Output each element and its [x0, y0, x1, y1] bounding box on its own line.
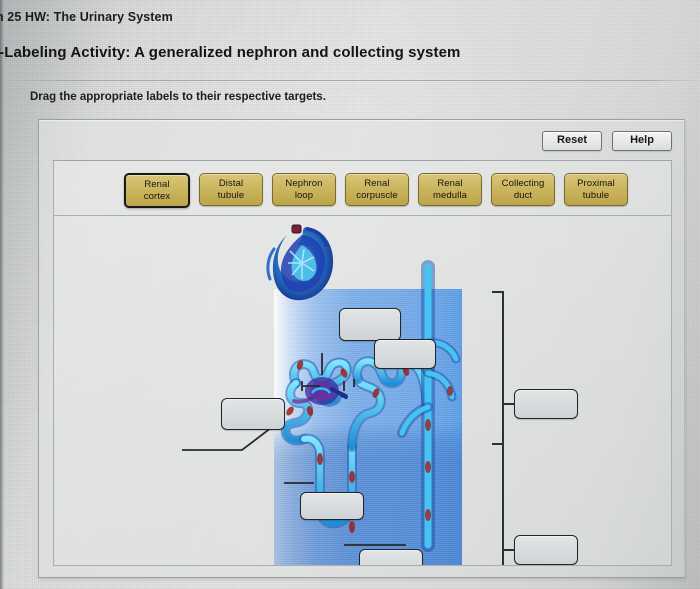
region-bracket-top-tick — [492, 291, 503, 293]
header-divider — [0, 80, 700, 81]
drop-target-left[interactable] — [221, 398, 285, 430]
activity-toolbar: Reset Help — [542, 131, 672, 151]
label-tile-line1: Renal — [364, 178, 390, 189]
label-tile-distal-tubule[interactable]: Distal tubule — [199, 173, 263, 206]
region-bracket-medulla-stub — [502, 549, 515, 551]
label-tray: Renal cortex Distal tubule Nephron loop … — [54, 161, 671, 216]
drop-target-lower[interactable] — [359, 549, 423, 565]
course-title: h 25 HW: The Urinary System — [0, 10, 173, 24]
label-tile-line2: tubule — [217, 189, 245, 201]
label-tile-line2: loop — [294, 189, 314, 201]
label-tile-line2: medulla — [433, 189, 467, 201]
figure-area — [54, 215, 671, 565]
label-tile-nephron-loop[interactable]: Nephron loop — [272, 173, 336, 206]
label-tile-renal-cortex[interactable]: Renal cortex — [124, 173, 190, 208]
region-bracket-vertical — [502, 291, 504, 565]
label-tile-collecting-duct[interactable]: Collecting duct — [491, 173, 555, 206]
help-button[interactable]: Help — [612, 131, 672, 151]
label-tile-renal-corpuscle[interactable]: Renal corpuscle — [345, 173, 409, 206]
activity-canvas: Renal cortex Distal tubule Nephron loop … — [53, 160, 672, 566]
drop-target-right-cortex[interactable] — [514, 389, 578, 419]
region-bracket-cortex-stub — [502, 403, 515, 405]
monitor-left-edge — [0, 0, 4, 589]
drop-target-upper-2[interactable] — [374, 339, 436, 369]
drop-target-mid-left[interactable] — [300, 492, 364, 520]
label-tile-line1: Proximal — [577, 178, 615, 189]
label-tile-renal-medulla[interactable]: Renal medulla — [418, 173, 482, 206]
drop-target-right-medulla[interactable] — [514, 535, 578, 565]
region-bracket-mid-tick — [492, 443, 503, 446]
drop-target-upper-1[interactable] — [339, 308, 401, 341]
label-tile-line1: Collecting — [501, 178, 545, 189]
activity-title: t-Labeling Activity: A generalized nephr… — [0, 44, 461, 61]
label-tile-line1: Renal — [437, 178, 463, 189]
label-tile-line2: cortex — [143, 190, 171, 202]
label-tile-proximal-tubule[interactable]: Proximal tubule — [564, 173, 628, 206]
label-tile-line1: Nephron — [285, 178, 323, 189]
label-tile-line2: duct — [513, 189, 533, 201]
label-tile-list: Renal cortex Distal tubule Nephron loop … — [124, 173, 628, 208]
label-tile-line1: Distal — [218, 178, 244, 189]
label-tile-line2: tubule — [582, 189, 610, 201]
label-tile-line1: Renal — [144, 179, 170, 190]
reset-button[interactable]: Reset — [542, 131, 602, 151]
activity-panel: Reset Help Renal cortex Distal tubule Ne… — [38, 119, 685, 578]
label-tile-line2: corpuscle — [356, 189, 398, 201]
instruction-text: Drag the appropriate labels to their res… — [30, 91, 326, 103]
